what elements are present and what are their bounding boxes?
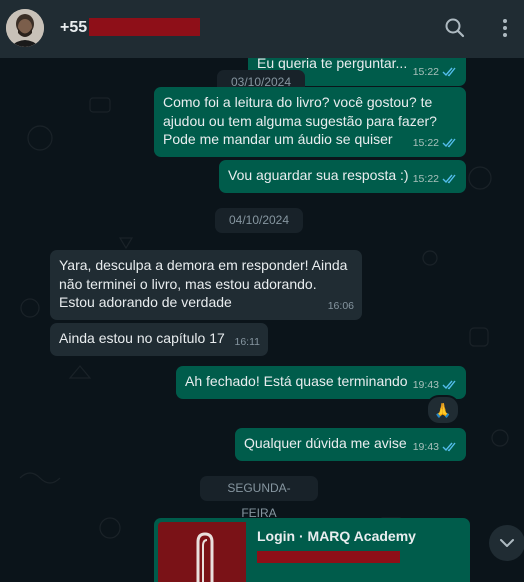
reaction-badge[interactable]: 🙏: [426, 395, 460, 425]
message-time: 15:22: [412, 65, 439, 78]
read-ticks-icon: [442, 442, 456, 452]
message-text: Yara, desculpa a demora em responder! Ai…: [59, 257, 348, 310]
message-meta: 16:11: [235, 333, 261, 352]
redacted-link-url: [257, 551, 400, 563]
message-text: Como foi a leitura do livro? você gostou…: [163, 94, 437, 147]
message-time: 19:43: [412, 440, 439, 453]
whatsapp-chat-window: +55 Eu queria te perguntar... 15:22 03/1…: [0, 0, 524, 582]
message-text: Ainda estou no capítulo 17: [59, 330, 225, 346]
read-ticks-icon: [442, 138, 456, 148]
avatar-photo: [6, 9, 44, 47]
message-meta: 15:22: [413, 63, 458, 82]
message-text: Qualquer dúvida me avise: [244, 435, 407, 451]
redacted-phone-number: [89, 18, 200, 36]
read-ticks-icon: [442, 67, 456, 77]
read-ticks-icon: [442, 380, 456, 390]
message-meta: 19:43: [413, 438, 458, 457]
chat-header: +55: [0, 0, 524, 58]
message-text: Ah fechado! Está quase terminando: [185, 373, 408, 389]
chevron-down-icon: [500, 539, 514, 547]
message-text: Vou aguardar sua resposta :): [228, 167, 409, 183]
link-preview-card[interactable]: Login · MARQ Academy: [154, 518, 470, 582]
scroll-to-bottom-button[interactable]: [489, 525, 524, 561]
contact-name: +55: [60, 19, 88, 36]
avatar[interactable]: [6, 9, 44, 47]
message-time: 16:06: [327, 299, 354, 312]
message-meta: 15:22: [413, 134, 458, 153]
message-meta: 19:43: [413, 376, 458, 395]
paperclip-logo-icon: [196, 532, 214, 582]
message-time: 19:43: [412, 378, 439, 391]
read-ticks-icon: [442, 174, 456, 184]
message-time: 16:11: [234, 335, 261, 348]
praying-hands-icon: 🙏: [434, 401, 452, 418]
date-divider: SEGUNDA-FEIRA: [200, 476, 318, 520]
search-icon[interactable]: [442, 15, 468, 41]
date-divider: 04/10/2024: [215, 208, 303, 233]
message-bubble-outgoing[interactable]: Ah fechado! Está quase terminando 19:43: [176, 366, 466, 399]
message-bubble-incoming[interactable]: Ainda estou no capítulo 17 16:11: [50, 323, 268, 356]
message-bubble-outgoing[interactable]: Como foi a leitura do livro? você gostou…: [154, 87, 466, 157]
contact-title[interactable]: +55: [60, 18, 200, 40]
message-time: 15:22: [412, 136, 439, 149]
link-title: Login · MARQ Academy: [257, 528, 416, 544]
message-time: 15:22: [412, 172, 439, 185]
menu-dots-icon[interactable]: [492, 15, 518, 41]
message-meta: 16:06: [328, 297, 354, 316]
message-bubble-outgoing[interactable]: Vou aguardar sua resposta :) 15:22: [219, 160, 466, 193]
message-bubble-incoming[interactable]: Yara, desculpa a demora em responder! Ai…: [50, 250, 362, 320]
message-meta: 15:22: [413, 170, 458, 189]
message-bubble-outgoing[interactable]: Qualquer dúvida me avise 19:43: [235, 428, 466, 461]
link-thumbnail: [158, 522, 246, 582]
